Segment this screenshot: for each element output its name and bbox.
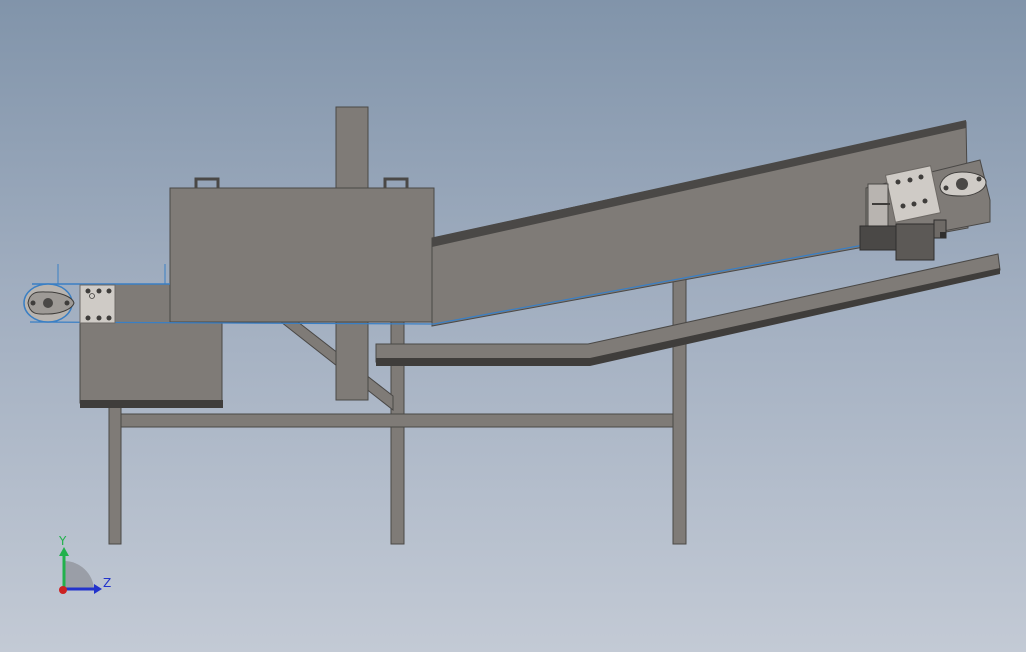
conveyor-model-view[interactable]: Y Z (0, 0, 1026, 652)
z-axis-arrow-icon (94, 584, 102, 594)
hopper-handle-right[interactable] (383, 177, 409, 188)
lower-crossbar[interactable] (120, 413, 674, 428)
left-leg[interactable] (108, 399, 122, 545)
hopper-handle-left[interactable] (194, 177, 220, 188)
gearbox[interactable] (895, 223, 935, 261)
axis-triad[interactable]: Y Z (58, 534, 111, 594)
y-axis-label: Y (58, 534, 67, 548)
right-leg[interactable] (672, 264, 687, 545)
z-axis-label: Z (103, 576, 111, 590)
hopper-box[interactable] (169, 187, 435, 323)
3d-viewport[interactable]: Y Z (0, 0, 1026, 652)
triad-arc (64, 560, 94, 589)
tail-pulley-assembly[interactable] (23, 283, 116, 324)
bearing-plate-right[interactable] (884, 165, 942, 223)
x-axis-dot-icon (59, 586, 67, 594)
y-axis-arrow-icon (59, 547, 69, 556)
